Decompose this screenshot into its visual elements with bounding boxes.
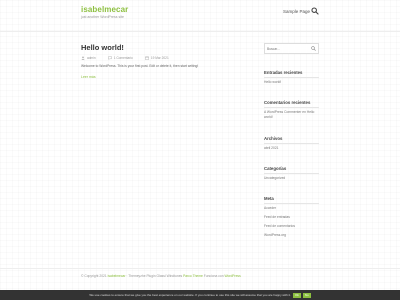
comment-icon xyxy=(107,56,112,60)
meta-link-login[interactable]: Acceder xyxy=(264,206,276,210)
sidebar-search-box xyxy=(264,43,319,54)
calendar-icon xyxy=(145,56,149,60)
post-author-label: admin xyxy=(87,56,96,60)
widget-title-recent-posts: Entradas recientes xyxy=(264,70,303,75)
post-date-label: 19 Mar 2021 xyxy=(150,56,169,60)
post-meta: admin 1 Comentario 19 Mar 2021 xyxy=(81,56,169,60)
post-comments[interactable]: 1 Comentario xyxy=(107,56,133,60)
category-link[interactable]: Uncategorized xyxy=(264,176,285,180)
footer-divider xyxy=(0,268,400,269)
sidebar-search-input[interactable] xyxy=(267,46,311,51)
recent-comment-link-cont[interactable]: world! xyxy=(264,115,273,119)
recent-post-link[interactable]: Hello world! xyxy=(264,80,281,84)
footer-theme-link[interactable]: Parco Theme xyxy=(183,274,203,278)
cookie-decline-button[interactable]: No xyxy=(302,292,311,298)
widget-divider xyxy=(264,77,319,78)
widget-divider xyxy=(264,107,319,108)
post-comments-label: 1 Comentario xyxy=(113,56,133,60)
meta-link-entries-feed[interactable]: Feed de entradas xyxy=(264,215,290,219)
cookie-notice-bar: We use cookies to ensure that we give yo… xyxy=(0,290,400,300)
footer-site-link[interactable]: isabelmecar xyxy=(108,274,126,278)
widget-title-archives: Archivos xyxy=(264,136,283,141)
widget-title-recent-comments: Comentarios recientes xyxy=(264,100,311,105)
recent-comment-link[interactable]: A WordPress Commenter en Hello xyxy=(264,110,314,114)
footer-wordpress-link[interactable]: WordPress xyxy=(224,274,240,278)
widget-title-categories: Categorías xyxy=(264,166,287,171)
post-date[interactable]: 19 Mar 2021 xyxy=(145,56,169,60)
widget-divider xyxy=(264,143,319,144)
nav-item-sample-page[interactable]: Sample Page xyxy=(283,9,310,14)
meta-link-wordpress-org[interactable]: WordPress.org xyxy=(264,233,286,237)
site-title[interactable]: isabelmecar xyxy=(81,5,128,14)
cookie-accept-button[interactable]: Ok xyxy=(292,292,301,298)
search-icon[interactable] xyxy=(311,7,319,15)
footer-credits: © Copyright 2021 isabelmecar · Themeyzhe… xyxy=(81,274,241,278)
widget-divider xyxy=(264,203,319,204)
widget-divider xyxy=(264,173,319,174)
page-background xyxy=(0,0,400,300)
archive-link[interactable]: abril 2021 xyxy=(264,146,278,150)
cookie-notice-text: We use cookies to ensure that we give yo… xyxy=(89,293,291,297)
header-divider xyxy=(0,31,400,32)
read-more-link[interactable]: Leer más xyxy=(81,75,96,79)
site-tagline: just another WordPress site xyxy=(81,15,124,19)
post-author[interactable]: admin xyxy=(81,56,96,60)
footer-copyright: © Copyright 2021 xyxy=(81,274,107,278)
post-title[interactable]: Hello world! xyxy=(81,43,124,52)
widget-title-meta: Meta xyxy=(264,196,274,201)
search-icon[interactable] xyxy=(311,46,316,51)
post-excerpt: Welcome to WordPress. This is your first… xyxy=(81,64,199,68)
footer-powered-text: Funciona con xyxy=(203,274,224,278)
footer-mid-text: · Themeyzhe Plugin Glassi Windtunes xyxy=(126,274,183,278)
user-icon xyxy=(81,56,85,60)
meta-link-comments-feed[interactable]: Feed de comentarios xyxy=(264,224,295,228)
